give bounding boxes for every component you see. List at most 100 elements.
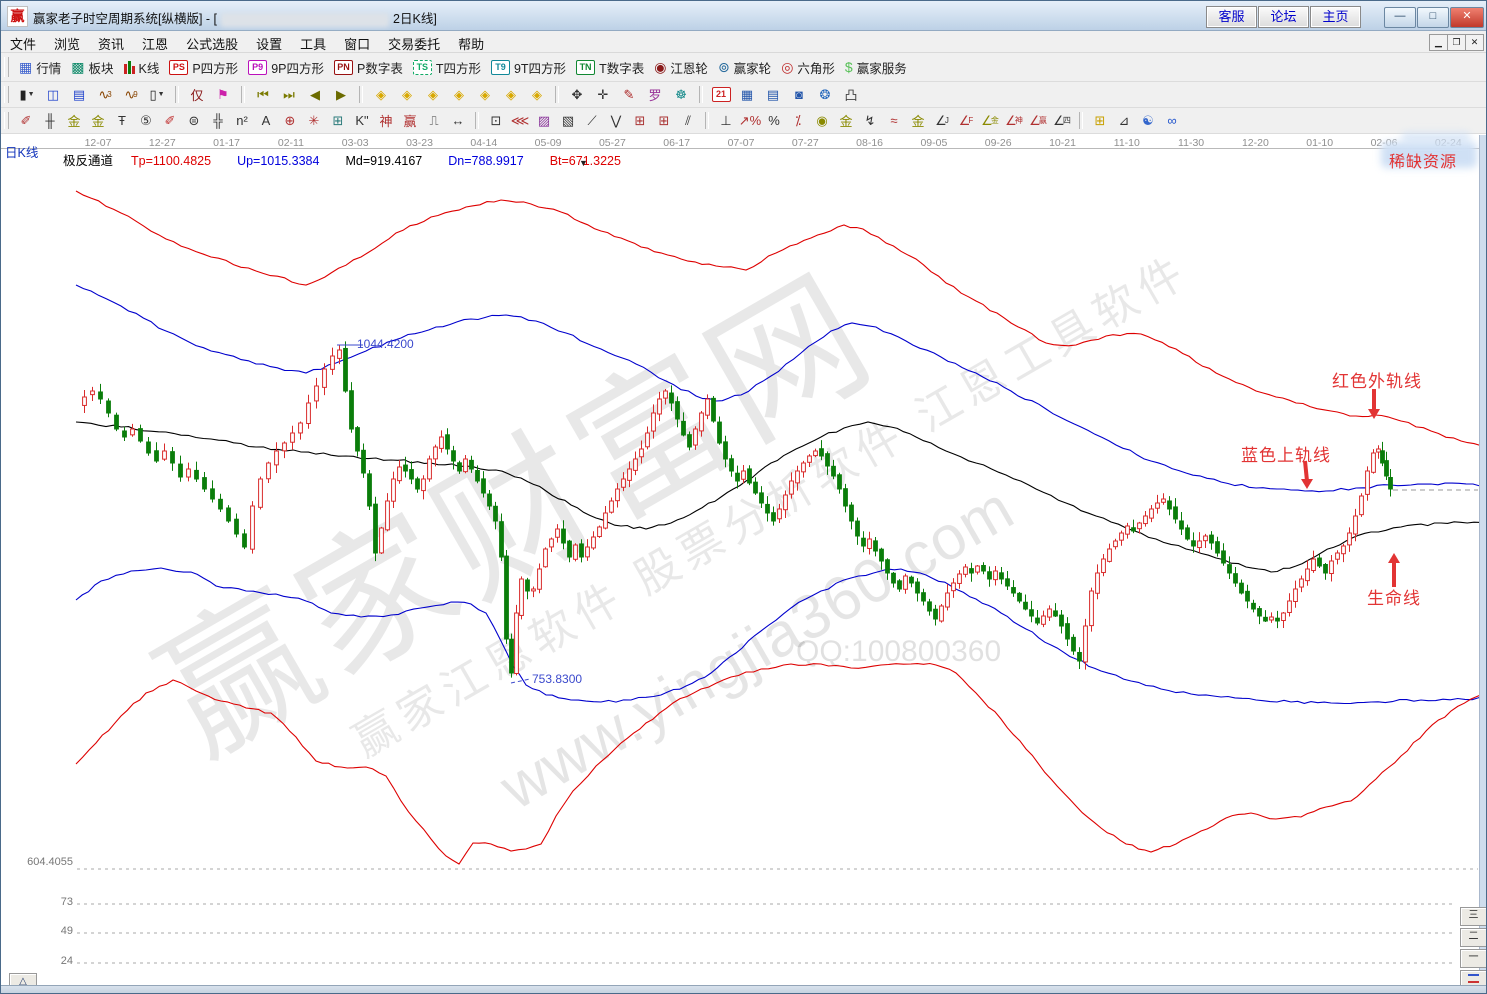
neural-tool-icon[interactable]: ☸: [669, 83, 693, 107]
crosshair-icon[interactable]: ✛: [591, 83, 615, 107]
line-chart-icon[interactable]: ⊿: [1113, 110, 1135, 132]
right-scrollbar[interactable]: [1479, 135, 1487, 985]
infinity-icon[interactable]: ∞: [1161, 110, 1183, 132]
wave-box-icon[interactable]: ≈: [883, 110, 905, 132]
star-tool-icon[interactable]: ✳: [303, 110, 325, 132]
period-selector-icon[interactable]: ▮▼: [15, 83, 39, 107]
circle-grid-icon[interactable]: ⊜: [183, 110, 205, 132]
n2-grid-icon[interactable]: n²: [231, 110, 253, 132]
diamond-cross-icon[interactable]: ◈: [499, 83, 523, 107]
color-flag-icon[interactable]: ⚑: [211, 83, 235, 107]
titlebar-link-1[interactable]: 论坛: [1258, 6, 1309, 28]
yellow-grid-icon[interactable]: ⊞: [1089, 110, 1111, 132]
percent-drop-icon[interactable]: ↗%: [739, 110, 761, 132]
angle-gold-icon[interactable]: ∠金: [979, 110, 1001, 132]
tool-p-number-table[interactable]: PNP数字表: [329, 56, 408, 79]
compass-tool-icon[interactable]: 罗: [643, 83, 667, 107]
candle-pen-icon[interactable]: ↯: [859, 110, 881, 132]
pane-layout-button-0[interactable]: 三: [1460, 907, 1487, 926]
mini-restore-button[interactable]: ❐: [1447, 34, 1466, 51]
titlebar-link-0[interactable]: 客服: [1206, 6, 1257, 28]
gann-marker-icon[interactable]: 仅: [185, 83, 209, 107]
percent-line-icon[interactable]: ⁒: [787, 110, 809, 132]
prev-page-icon[interactable]: ◀: [303, 83, 327, 107]
angle-si-icon[interactable]: ∠四: [1051, 110, 1073, 132]
golden-line-2-icon[interactable]: 金: [907, 110, 929, 132]
candle-style-icon[interactable]: ▯▼: [145, 83, 169, 107]
titlebar-link-2[interactable]: 主页: [1310, 6, 1361, 28]
ying-grid-icon[interactable]: 赢: [399, 110, 421, 132]
trend-line-icon[interactable]: ⟋: [581, 110, 603, 132]
angle-j-icon[interactable]: ∠J: [931, 110, 953, 132]
tool-winner-wheel[interactable]: ⊚赢家轮: [713, 56, 776, 79]
tool-9p-square[interactable]: P99P四方形: [243, 56, 329, 79]
diamond-down-icon[interactable]: ◈: [473, 83, 497, 107]
axis-chart-icon[interactable]: ⊥: [715, 110, 737, 132]
k-mark-icon[interactable]: K": [351, 110, 373, 132]
box-handle-icon[interactable]: ⊡: [485, 110, 507, 132]
last-page-icon[interactable]: ⏭: [277, 83, 301, 107]
tool-kline[interactable]: K线: [119, 56, 165, 79]
period-label[interactable]: 日K线: [5, 142, 38, 161]
golden-grid-1-icon[interactable]: 金: [63, 110, 85, 132]
shade-box-purple-icon[interactable]: ▨: [533, 110, 555, 132]
angle-shen-icon[interactable]: ∠神: [1003, 110, 1025, 132]
tool-p-square[interactable]: PSP四方形: [164, 56, 243, 79]
chart-9-icon[interactable]: ∿9: [119, 83, 143, 107]
notepad-icon[interactable]: ▤: [761, 83, 785, 107]
diamond-both-icon[interactable]: ◈: [421, 83, 445, 107]
minimize-button[interactable]: —: [1384, 7, 1416, 28]
golden-circle-icon[interactable]: ◉: [811, 110, 833, 132]
web-browser-icon[interactable]: ❂: [813, 83, 837, 107]
five-grid-icon[interactable]: ⑤: [135, 110, 157, 132]
mini-minimize-button[interactable]: ▁: [1429, 34, 1448, 51]
measure-tool-icon[interactable]: ✎: [617, 83, 641, 107]
indicator-name[interactable]: 极反通道: [63, 154, 113, 168]
tool-t-square[interactable]: TST四方形: [408, 56, 486, 79]
indicator-dropdown-caret[interactable]: ▼: [579, 158, 588, 168]
diamond-left-icon[interactable]: ◈: [369, 83, 393, 107]
first-page-icon[interactable]: ⏮: [251, 83, 275, 107]
close-button[interactable]: ✕: [1450, 7, 1484, 28]
ray-fan-icon[interactable]: ⋘: [509, 110, 531, 132]
hatch-lines-icon[interactable]: ⫽: [677, 110, 699, 132]
maximize-button[interactable]: □: [1417, 7, 1449, 28]
gann-grid-icon[interactable]: ╫: [39, 110, 61, 132]
red-pen-icon[interactable]: ✐: [159, 110, 181, 132]
golden-line-icon[interactable]: 金: [835, 110, 857, 132]
mini-close-button[interactable]: ✕: [1465, 34, 1484, 51]
ruler-123-icon[interactable]: ⎍: [423, 110, 445, 132]
red-grid-2-icon[interactable]: ⊞: [653, 110, 675, 132]
tool-gann-wheel[interactable]: ◉江恩轮: [649, 56, 713, 79]
box-grid-icon[interactable]: ⊞: [327, 110, 349, 132]
diamond-right-icon[interactable]: ◈: [395, 83, 419, 107]
shen-grid-icon[interactable]: 神: [375, 110, 397, 132]
next-page-icon[interactable]: ▶: [329, 83, 353, 107]
tool-winner-service[interactable]: $赢家服务: [840, 56, 912, 79]
tool-quotes[interactable]: ▦行情: [14, 56, 66, 79]
draw-pen-icon[interactable]: ✐: [15, 110, 37, 132]
hand-tool-icon[interactable]: ✥: [565, 83, 589, 107]
golden-grid-2-icon[interactable]: 金: [87, 110, 109, 132]
calendar-21-icon[interactable]: 21: [709, 83, 733, 107]
percent-icon[interactable]: %: [763, 110, 785, 132]
calculator-icon[interactable]: ▦: [735, 83, 759, 107]
tool-hexagon[interactable]: ◎六角形: [776, 56, 840, 79]
f-grid-icon[interactable]: Ŧ: [111, 110, 133, 132]
shade-box-icon[interactable]: ▧: [557, 110, 579, 132]
angle-ying-icon[interactable]: ∠赢: [1027, 110, 1049, 132]
f10-info-icon[interactable]: ▤: [67, 83, 91, 107]
dense-grid-icon[interactable]: ╬: [207, 110, 229, 132]
save-icon[interactable]: ◙: [787, 83, 811, 107]
diamond-expand-icon[interactable]: ◈: [525, 83, 549, 107]
tool-t-number-table[interactable]: TNT数字表: [571, 56, 649, 79]
pane-layout-button-2[interactable]: 一: [1460, 949, 1487, 968]
red-grid-1-icon[interactable]: ⊞: [629, 110, 651, 132]
pane-layout-button-1[interactable]: 二: [1460, 928, 1487, 947]
wave-line-icon[interactable]: ⋁: [605, 110, 627, 132]
tool-sectors[interactable]: ▩板块: [66, 56, 118, 79]
printer-icon[interactable]: 凸: [839, 83, 863, 107]
circle-cross-icon[interactable]: ⊕: [279, 110, 301, 132]
angle-f-icon[interactable]: ∠F: [955, 110, 977, 132]
chart-3-icon[interactable]: ∿3: [93, 83, 117, 107]
